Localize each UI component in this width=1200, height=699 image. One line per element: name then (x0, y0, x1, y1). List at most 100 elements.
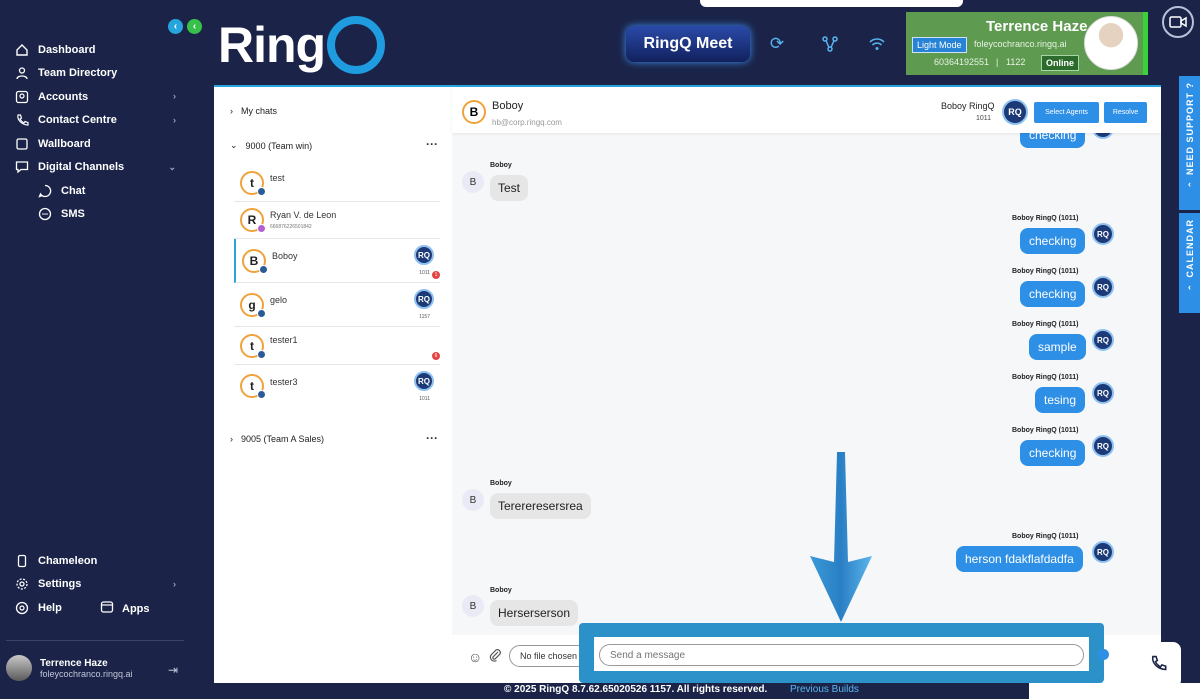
sidebar-item-wallboard[interactable]: Wallboard (0, 132, 194, 156)
message-bubble-in: Terereresersrea (490, 493, 591, 519)
apps-icon (100, 600, 114, 617)
file-chooser[interactable]: No file chosen (509, 645, 589, 667)
send-icon[interactable] (1098, 649, 1109, 660)
dialer-button[interactable] (1135, 642, 1181, 688)
status-badge[interactable]: Online (1041, 55, 1080, 71)
sidebar-item-settings[interactable]: Settings › (0, 573, 194, 597)
sidebar-item-chat[interactable]: Chat (0, 179, 194, 203)
avatar (6, 655, 32, 681)
list-item[interactable]: g gelo RQ 1157 (234, 283, 440, 327)
annotation-arrow-icon (810, 452, 872, 622)
profile-card[interactable]: Terrence Haze Light Mode foleycochranco.… (906, 12, 1148, 75)
group-toggle-9005[interactable]: › 9005 (Team A Sales) (230, 434, 324, 444)
agent-avatar-icon: RQ (1092, 329, 1114, 351)
sidebar-item-label: Chat (61, 184, 86, 197)
ringq-meet-button[interactable]: RingQ Meet (626, 26, 750, 62)
collapse-right-icon[interactable]: ‹ (187, 19, 202, 34)
sidebar-item-accounts[interactable]: Accounts › (0, 85, 194, 109)
select-agents-button[interactable]: Select Agents (1034, 102, 1099, 123)
video-call-icon[interactable] (1162, 6, 1194, 38)
light-mode-button[interactable]: Light Mode (912, 37, 967, 53)
sidebar-item-digital-channels[interactable]: Digital Channels ⌄ (0, 156, 194, 180)
group-label: 9000 (Team win) (245, 140, 313, 151)
list-item[interactable]: t test (234, 165, 440, 202)
previous-builds-link[interactable]: Previous Builds (790, 684, 859, 695)
sidebar-item-sms[interactable]: SMS (0, 203, 194, 227)
contact-name: tester3 (270, 377, 298, 387)
contact-avatar: g (240, 293, 266, 318)
chevron-left-icon: ‹ (1188, 179, 1191, 190)
agent-avatar-icon: RQ (1092, 541, 1114, 563)
message-bubble-in: Test (490, 175, 529, 201)
message-sender: Boboy RingQ (1011) (1012, 215, 1079, 222)
contact-name: gelo (270, 295, 288, 305)
message-sender: Boboy RingQ (1011) (1012, 374, 1079, 381)
message-input-wrapper (594, 637, 1089, 671)
profile-email: foleycochranco.ringq.ai (974, 39, 1067, 49)
my-chats-toggle[interactable]: › My chats (230, 106, 277, 116)
need-support-tab[interactable]: NEED SUPPORT ? ‹ (1179, 76, 1200, 210)
sidebar-item-team-directory[interactable]: Team Directory (0, 62, 194, 86)
help-icon (14, 600, 30, 616)
message-input[interactable] (599, 644, 1084, 666)
list-item[interactable]: t tester1 6 (234, 327, 440, 365)
avatar-initial: B (469, 494, 477, 506)
agent-ext: 1011 (419, 396, 430, 402)
network-icon[interactable] (820, 34, 840, 54)
message-sender: Boboy RingQ (1011) (1012, 427, 1079, 434)
chat-icon (37, 183, 53, 199)
group-label: 9005 (Team A Sales) (241, 434, 325, 444)
contact-name: test (270, 173, 285, 183)
apps-button[interactable]: Apps (100, 600, 150, 617)
profile-number: 60364192551 (934, 57, 990, 67)
message-bubble-out: sample (1029, 334, 1086, 360)
logo-text: Ring (218, 17, 326, 73)
sidebar-item-contact-centre[interactable]: Contact Centre › (0, 109, 194, 133)
calendar-tab[interactable]: CALENDAR ‹ (1179, 213, 1200, 313)
channel-dot-icon (257, 350, 266, 359)
list-item[interactable]: t tester3 RQ 1011 (234, 365, 440, 409)
sidebar-item-label: Digital Channels (38, 161, 125, 174)
need-support-label: NEED SUPPORT ? (1184, 82, 1195, 176)
bottom-nav: Chameleon Settings › Help Apps (0, 549, 194, 620)
sidebar-item-dashboard[interactable]: Dashboard (0, 38, 194, 62)
profile-separator: | (996, 57, 999, 67)
sidebar-item-help[interactable]: Help Apps (0, 596, 194, 620)
more-options-icon[interactable]: ··· (426, 431, 438, 445)
avatar-initial: g (248, 298, 256, 312)
list-item[interactable]: R Ryan V. de Leon 666876226501842 (234, 202, 440, 239)
avatar-initial: t (250, 379, 254, 393)
chevron-right-icon: › (230, 434, 233, 444)
contact-avatar: B (462, 171, 484, 193)
bottom-strip (1029, 683, 1200, 699)
logo-q-icon (327, 15, 386, 74)
message-sender: Boboy (490, 162, 512, 169)
avatar (1084, 16, 1138, 70)
contact-phone: 666876226501842 (270, 224, 312, 230)
emoji-icon[interactable]: ☺ (468, 649, 482, 665)
group-toggle-9000[interactable]: ⌄ 9000 (Team win) (230, 140, 312, 151)
sidebar-user[interactable]: Terrence Haze foleycochranco.ringq.ai ⇥ (6, 640, 184, 681)
resolve-button[interactable]: Resolve (1104, 102, 1147, 123)
contact-avatar: B (462, 489, 484, 511)
main-nav: Dashboard Team Directory Accounts › Cont… (0, 38, 194, 226)
collapse-left-icon[interactable]: ‹ (168, 19, 183, 34)
home-icon (14, 42, 30, 58)
more-options-icon[interactable]: ··· (426, 137, 438, 151)
chevron-down-icon: ⌄ (230, 140, 238, 150)
logout-icon[interactable]: ⇥ (168, 663, 178, 677)
channel-dot-icon (257, 309, 266, 318)
phone-icon (1149, 654, 1167, 677)
agent-avatar-icon: RQ (1002, 99, 1028, 125)
unread-badge: 1 (432, 271, 440, 279)
sidebar-item-chameleon[interactable]: Chameleon (0, 549, 194, 573)
list-item[interactable]: B Boboy RQ 1011 1 (234, 239, 440, 283)
attachment-icon[interactable] (489, 649, 502, 665)
my-chats-label: My chats (241, 106, 278, 116)
refresh-icon[interactable]: ⟳ (767, 34, 787, 54)
sms-icon (37, 206, 53, 222)
avatar-initial: t (250, 339, 254, 353)
avatar-initial: R (247, 213, 257, 227)
sidebar: ‹ ‹ Dashboard Team Directory Accounts › … (0, 0, 202, 699)
wifi-icon[interactable] (867, 34, 887, 54)
